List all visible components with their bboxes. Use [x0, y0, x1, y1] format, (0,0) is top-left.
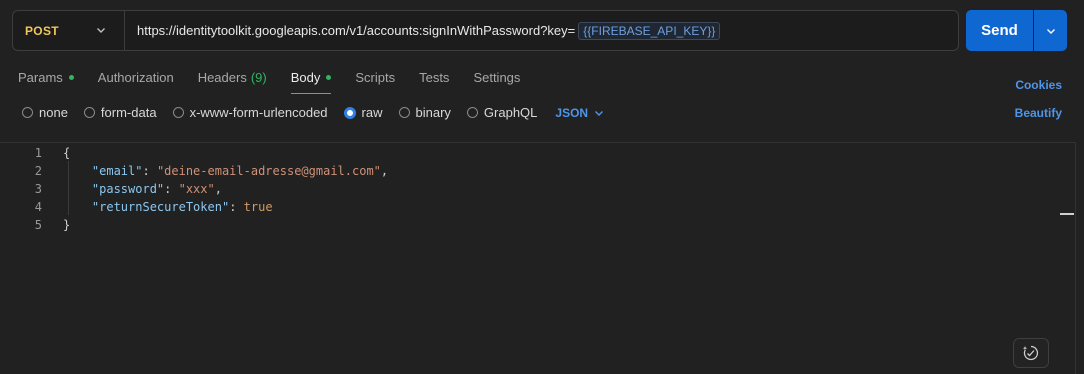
language-select[interactable]: JSON — [555, 106, 604, 120]
ai-assist-button[interactable] — [1013, 338, 1049, 368]
body-type-urlencoded[interactable]: x-www-form-urlencoded — [172, 105, 328, 120]
status-dot — [68, 74, 74, 80]
code-line: "password": "xxx", — [63, 180, 388, 198]
radio-checked-icon — [343, 106, 356, 119]
language-label: JSON — [555, 105, 589, 120]
body-editor[interactable]: 1 2 3 4 5 { "email": "deine-email-adress… — [0, 142, 1076, 374]
brace-open: { — [63, 146, 71, 160]
json-boolean: true — [243, 200, 273, 214]
tab-body[interactable]: Body — [290, 69, 332, 94]
tab-label: Params — [18, 69, 63, 85]
send-button[interactable]: Send — [966, 10, 1033, 51]
tab-label: Body — [290, 69, 321, 85]
tab-label: Headers — [197, 69, 247, 85]
tab-settings[interactable]: Settings — [473, 69, 520, 85]
request-tabs: Params Authorization Headers (9) Body Sc… — [18, 69, 544, 94]
option-label: form-data — [100, 105, 157, 120]
json-key: "email" — [91, 164, 143, 178]
tab-params[interactable]: Params — [18, 69, 74, 85]
radio-icon — [398, 107, 410, 118]
json-comma: , — [380, 164, 389, 178]
tab-headers[interactable]: Headers (9) — [198, 69, 267, 85]
json-comma: , — [214, 182, 222, 196]
code-line: } — [63, 216, 388, 234]
code-line: "email": "deine-email-adresse@gmail.com"… — [63, 162, 388, 180]
json-separator: : — [164, 182, 179, 196]
sparkle-assist-icon — [1022, 345, 1039, 361]
tab-label: Authorization — [97, 69, 174, 85]
option-label: GraphQL — [483, 105, 538, 120]
json-key: "password" — [91, 182, 165, 196]
radio-icon — [466, 107, 478, 118]
json-separator: : — [229, 200, 244, 214]
radio-icon — [172, 107, 184, 118]
body-type-options: none form-data x-www-form-urlencoded raw… — [22, 105, 604, 120]
json-string: "xxx" — [178, 182, 215, 196]
tab-tests[interactable]: Tests — [419, 69, 449, 85]
line-number: 1 — [34, 146, 42, 160]
tab-label: Scripts — [355, 69, 396, 85]
cookies-link[interactable]: Cookies — [1015, 78, 1062, 92]
url-variable-chip[interactable]: {{FIREBASE_API_KEY}} — [578, 21, 721, 40]
beautify-link[interactable]: Beautify — [1015, 106, 1062, 120]
send-options-button[interactable] — [1034, 10, 1067, 51]
json-string: "deine-email-adresse@gmail.com" — [156, 164, 381, 178]
method-label: POST — [25, 23, 59, 38]
url-text: https://identitytoolkit.googleapis.com/v… — [137, 23, 576, 38]
radio-icon — [83, 107, 95, 118]
method-select[interactable]: POST — [13, 11, 125, 50]
code-content: { "email": "deine-email-adresse@gmail.co… — [63, 144, 388, 234]
body-type-raw[interactable]: raw — [343, 105, 383, 120]
line-number: 4 — [34, 200, 42, 214]
body-type-binary[interactable]: binary — [398, 105, 451, 120]
brace-close: } — [63, 218, 71, 232]
option-label: x-www-form-urlencoded — [189, 105, 328, 120]
json-key: "returnSecureToken" — [91, 200, 230, 214]
line-number: 2 — [34, 164, 42, 178]
body-type-form-data[interactable]: form-data — [83, 105, 157, 120]
tab-label: Settings — [473, 69, 521, 85]
header-count: (9) — [250, 69, 267, 85]
line-number-gutter: 1 2 3 4 5 — [0, 144, 44, 234]
chevron-down-icon — [1046, 28, 1055, 34]
code-line: "returnSecureToken": true — [63, 198, 388, 216]
json-separator: : — [142, 164, 157, 178]
code-line: { — [63, 144, 388, 162]
body-type-graphql[interactable]: GraphQL — [466, 105, 538, 120]
url-input[interactable]: https://identitytoolkit.googleapis.com/v… — [125, 11, 721, 50]
chevron-down-icon — [97, 28, 105, 33]
line-number: 5 — [34, 218, 42, 232]
status-dot — [326, 74, 332, 80]
tab-scripts[interactable]: Scripts — [355, 69, 395, 85]
tab-authorization[interactable]: Authorization — [98, 69, 174, 85]
request-url-bar: POST https://identitytoolkit.googleapis.… — [12, 10, 959, 51]
radio-icon — [22, 107, 33, 118]
chevron-down-icon — [595, 110, 604, 116]
body-type-none[interactable]: none — [22, 105, 68, 120]
option-label: binary — [415, 105, 451, 120]
send-group: Send — [966, 10, 1067, 51]
option-label: none — [39, 105, 68, 120]
scrollbar-marker[interactable] — [1060, 213, 1074, 215]
line-number: 3 — [34, 182, 42, 196]
option-label: raw — [361, 105, 383, 120]
tab-label: Tests — [419, 69, 450, 85]
